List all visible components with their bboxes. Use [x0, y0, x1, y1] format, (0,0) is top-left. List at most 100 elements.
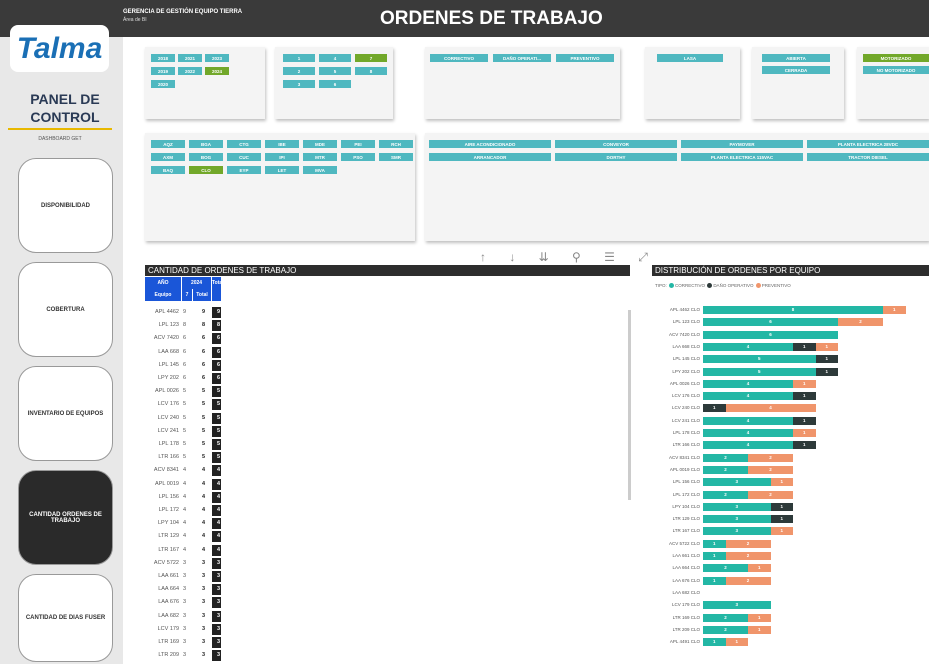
station-option[interactable]: SMR — [379, 153, 413, 161]
chart-bar-segment[interactable]: 5 — [703, 367, 816, 376]
station-option[interactable]: MVA — [303, 166, 337, 174]
month-option[interactable]: 7 — [355, 54, 387, 62]
motor-option[interactable]: NO MOTORIZADO — [863, 66, 929, 74]
year-option[interactable]: 2022 — [178, 67, 202, 75]
chart-bar-segment[interactable]: 6 — [703, 330, 838, 339]
equipment-type-option[interactable]: ARRANCADOR — [429, 153, 551, 161]
equipment-type-option[interactable]: CONVEYOR — [555, 140, 677, 148]
visual-toolbar[interactable]: ↑ ↓ ⇊ ⚲ ☰ ⤢ — [480, 250, 658, 265]
month-option[interactable]: 6 — [319, 80, 351, 88]
chart-bar-segment[interactable]: 1 — [793, 416, 816, 425]
chart-bar-segment[interactable]: 1 — [883, 306, 906, 314]
chart-bar-segment[interactable]: 1 — [703, 539, 726, 548]
chart-bar-segment[interactable]: 2 — [703, 613, 748, 622]
chart-bar-segment[interactable]: 3 — [703, 515, 771, 524]
station-option[interactable]: LET — [265, 166, 299, 174]
chart-bar-segment[interactable]: 1 — [815, 355, 838, 364]
station-option[interactable]: CUC — [227, 153, 261, 161]
header-month[interactable]: 7 — [182, 289, 192, 301]
station-option[interactable]: CLO — [189, 166, 223, 174]
chart-bar-segment[interactable]: 4 — [725, 404, 816, 413]
chart-bar-segment[interactable]: 4 — [703, 416, 793, 425]
chart-bar-segment[interactable]: 2 — [703, 625, 748, 634]
chart-bar-segment[interactable]: 1 — [748, 613, 771, 622]
chart-bar-segment[interactable]: 4 — [703, 379, 793, 388]
header-total[interactable]: Total — [212, 277, 224, 301]
chart-bar-segment[interactable]: 1 — [748, 564, 771, 573]
year-option[interactable]: 2020 — [151, 80, 175, 88]
equipment-type-option[interactable]: AIRE ACONDICIONADO — [429, 140, 551, 148]
year-option[interactable]: 2021 — [178, 54, 202, 62]
month-option[interactable]: 5 — [319, 67, 351, 75]
chart-bar-segment[interactable]: 1 — [770, 478, 793, 487]
nav-cobertura-button[interactable]: COBERTURA — [18, 262, 113, 357]
chart-bar-segment[interactable]: 1 — [770, 515, 793, 524]
station-option[interactable]: MTR — [303, 153, 337, 161]
year-option[interactable]: 2024 — [205, 67, 229, 75]
station-option[interactable]: BAQ — [151, 166, 185, 174]
chart-bar-segment[interactable]: 2 — [703, 490, 748, 499]
equipment-type-option[interactable]: PLANTA ELECTRICA 115VAC — [681, 153, 803, 161]
chart-bar-segment[interactable]: 3 — [703, 478, 771, 487]
status-option[interactable]: CERRADA — [762, 66, 830, 74]
chart-bar-segment[interactable]: 2 — [725, 552, 771, 560]
chart-bar-segment[interactable]: 4 — [703, 342, 793, 351]
month-option[interactable]: 1 — [283, 54, 315, 62]
month-option[interactable]: 2 — [283, 67, 315, 75]
year-option[interactable]: 2023 — [205, 54, 229, 62]
chart-bar-segment[interactable]: 2 — [703, 453, 748, 462]
chart-bar-segment[interactable]: 2 — [748, 453, 793, 462]
station-option[interactable]: CTG — [227, 140, 261, 148]
chart-bar-segment[interactable]: 1 — [793, 429, 816, 437]
station-option[interactable]: IBE — [265, 140, 299, 148]
status-option[interactable]: ABIERTA — [762, 54, 830, 62]
lasa-option[interactable]: LASA — [657, 54, 723, 62]
station-option[interactable]: IPI — [265, 153, 299, 161]
station-option[interactable]: BGA — [189, 140, 223, 148]
nav-dias-fuser-button[interactable]: CANTIDAD DE DIAS FUSER — [18, 574, 113, 662]
chart-bar-segment[interactable]: 3 — [703, 527, 771, 536]
chart-bar-segment[interactable]: 1 — [793, 342, 816, 351]
equipment-type-option[interactable]: DORTHY — [555, 153, 677, 161]
station-option[interactable]: RCH — [379, 140, 413, 148]
chart-bar-segment[interactable]: 2 — [748, 465, 793, 474]
table-scrollbar[interactable] — [628, 310, 631, 500]
chart-bar-segment[interactable]: 4 — [703, 429, 793, 437]
nav-inventario-button[interactable]: INVENTARIO DE EQUIPOS — [18, 366, 113, 461]
chart-bar-segment[interactable]: 2 — [703, 465, 748, 474]
month-option[interactable]: 4 — [319, 54, 351, 62]
chart-bar-segment[interactable]: 1 — [815, 367, 838, 376]
chart-bar-segment[interactable]: 2 — [725, 576, 771, 585]
month-option[interactable]: 8 — [355, 67, 387, 75]
chart-bar-segment[interactable]: 2 — [725, 539, 771, 548]
chart-bar-segment[interactable]: 1 — [793, 392, 816, 401]
station-option[interactable]: PEI — [341, 140, 375, 148]
header-total-month[interactable]: Total — [193, 289, 211, 301]
type-option[interactable]: DAÑO OPERATI... — [493, 54, 551, 62]
equipment-type-option[interactable]: PLANTA ELECTRICA 28VDC — [807, 140, 929, 148]
chart-bar-segment[interactable]: 1 — [725, 638, 748, 647]
chart-bar-segment[interactable]: 4 — [703, 441, 793, 450]
station-option[interactable]: MDE — [303, 140, 337, 148]
header-equipo[interactable]: Equipo — [145, 289, 181, 301]
chart-bar-segment[interactable]: 1 — [770, 527, 793, 536]
chart-bar-segment[interactable]: 2 — [838, 318, 883, 327]
station-option[interactable]: PSO — [341, 153, 375, 161]
type-option[interactable]: CORRECTIVO — [430, 54, 488, 62]
chart-bar-segment[interactable]: 5 — [703, 355, 816, 364]
chart-bar-segment[interactable]: 1 — [748, 625, 771, 634]
station-option[interactable]: AXM — [151, 153, 185, 161]
chart-bar-segment[interactable]: 3 — [703, 502, 771, 511]
chart-bar-segment[interactable]: 8 — [703, 306, 883, 314]
chart-bar-segment[interactable]: 1 — [703, 552, 726, 560]
chart-bar-segment[interactable]: 1 — [703, 638, 726, 647]
chart-bar-segment[interactable]: 1 — [815, 342, 838, 351]
chart-bar-segment[interactable]: 4 — [703, 392, 793, 401]
equipment-type-option[interactable]: TRACTOR DIESEL — [807, 153, 929, 161]
chart-bar-segment[interactable]: 2 — [748, 490, 793, 499]
type-option[interactable]: PREVENTIVO — [556, 54, 614, 62]
chart-bar-segment[interactable]: 3 — [703, 601, 771, 610]
equipment-type-option[interactable]: PAYMOVER — [681, 140, 803, 148]
chart-bar-segment[interactable]: 6 — [703, 318, 838, 327]
motor-option[interactable]: MOTORIZADO — [863, 54, 929, 62]
